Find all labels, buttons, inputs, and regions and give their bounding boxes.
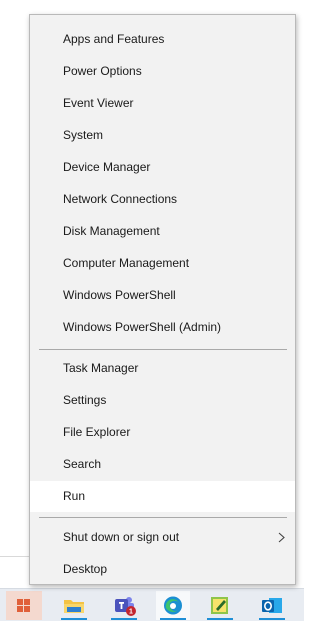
menu-item-power-options[interactable]: Power Options: [30, 56, 295, 87]
menu-item-disk-management[interactable]: Disk Management: [30, 216, 295, 247]
menu-item-apps-and-features[interactable]: Apps and Features: [30, 24, 295, 55]
running-indicator: [61, 618, 87, 620]
running-indicator: [259, 618, 285, 620]
menu-item-shut-down-or-sign-out[interactable]: Shut down or sign out: [30, 522, 295, 553]
teams-badge-count: 1: [129, 609, 133, 616]
taskbar-outlook[interactable]: [255, 591, 289, 620]
outlook-icon: [262, 598, 282, 613]
windows-start-icon: [17, 599, 30, 612]
menu-item-file-explorer[interactable]: File Explorer: [30, 417, 295, 448]
menu-item-windows-powershell[interactable]: Windows PowerShell: [30, 280, 295, 311]
start-button[interactable]: [6, 591, 42, 620]
chevron-right-icon: [278, 522, 285, 553]
menu-item-device-manager[interactable]: Device Manager: [30, 152, 295, 183]
taskbar-file-explorer[interactable]: [57, 591, 91, 620]
menu-item-run[interactable]: Run: [30, 481, 295, 512]
taskbar-edge[interactable]: [156, 591, 190, 620]
edge-icon: [164, 596, 182, 615]
file-explorer-icon: [64, 600, 84, 613]
sticky-notes-icon: [211, 597, 228, 614]
menu-item-task-manager[interactable]: Task Manager: [30, 353, 295, 384]
taskbar-sticky-notes[interactable]: [203, 591, 237, 620]
menu-item-label: Shut down or sign out: [63, 530, 180, 544]
teams-icon: 1: [115, 597, 136, 616]
menu-item-windows-powershell-admin[interactable]: Windows PowerShell (Admin): [30, 312, 295, 343]
taskbar-teams[interactable]: 1: [107, 591, 141, 620]
menu-item-event-viewer[interactable]: Event Viewer: [30, 88, 295, 119]
desktop-screen: 1 Apps and Features Power Options Event …: [0, 0, 304, 621]
running-indicator: [207, 618, 233, 620]
running-indicator: [160, 618, 186, 620]
taskbar: 1: [0, 588, 304, 621]
menu-item-system[interactable]: System: [30, 120, 295, 151]
menu-item-network-connections[interactable]: Network Connections: [30, 184, 295, 215]
menu-separator: [39, 517, 287, 518]
menu-item-computer-management[interactable]: Computer Management: [30, 248, 295, 279]
menu-item-settings[interactable]: Settings: [30, 385, 295, 416]
menu-separator: [39, 349, 287, 350]
running-indicator: [111, 618, 137, 620]
menu-item-search[interactable]: Search: [30, 449, 295, 480]
menu-item-desktop[interactable]: Desktop: [30, 554, 295, 585]
power-user-menu: Apps and Features Power Options Event Vi…: [29, 14, 296, 585]
background-window-edge: [0, 556, 30, 589]
